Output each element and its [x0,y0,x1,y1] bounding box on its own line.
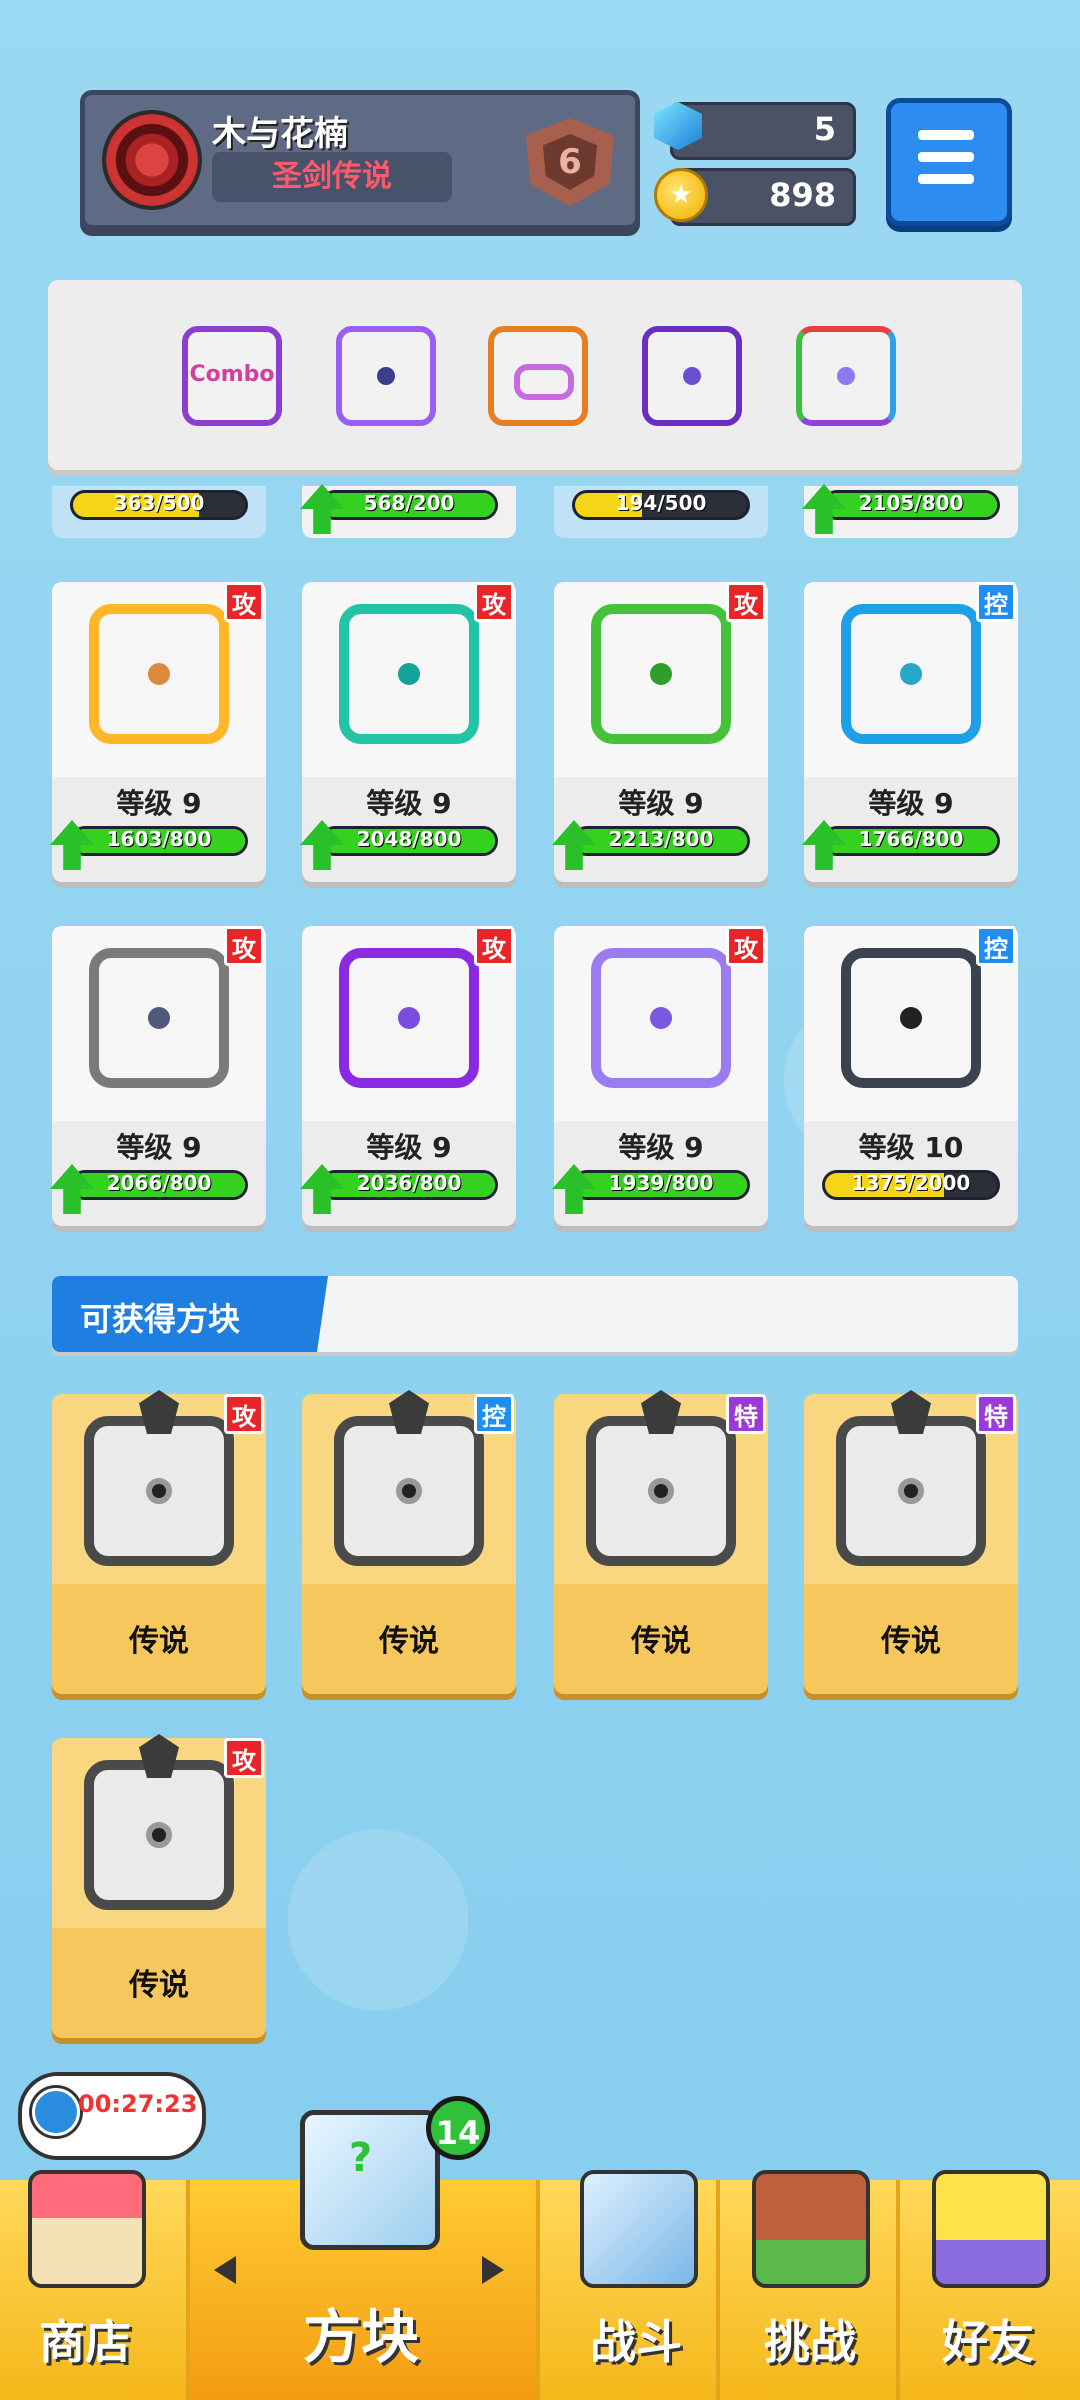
progress-text: 194/500 [615,491,707,515]
deck-slot-combo[interactable]: Combo [182,326,282,426]
rarity-label: 传说 [129,1624,189,1659]
rarity-label: 传说 [631,1624,691,1659]
dice-pip [146,1478,172,1504]
dice-pip [148,1007,170,1029]
progress-text: 1939/800 [608,1171,714,1195]
dice-pip [650,1007,672,1029]
nav-dice[interactable]: 方块 [186,2290,536,2374]
dice-type-tag: 控 [976,926,1016,966]
dice-pip [396,1478,422,1504]
player-title-badge: 圣剑传说 [212,152,452,202]
deck-slot-dragon-eye[interactable] [642,326,742,426]
dice-type-tag: 攻 [224,582,264,622]
dice-pip [146,1822,172,1848]
dice-type-tag: 攻 [224,1738,264,1778]
deck-slot-lightning[interactable] [336,326,436,426]
nav-shop[interactable]: 商店 [10,2306,160,2372]
dice-level: 等级 9 [868,787,954,820]
prev-arrow-icon[interactable] [214,2256,236,2284]
dice-pip [648,1478,674,1504]
dice-pip [650,663,672,685]
dice-pip [900,663,922,685]
dice-level: 等级 9 [366,1131,452,1164]
dice-level: 等级 9 [116,787,202,820]
dice-level: 等级 9 [618,787,704,820]
rarity-label: 传说 [129,1968,189,2003]
sword-icon [580,2170,698,2288]
menu-button[interactable] [886,98,1012,226]
dice-type-tag: 控 [474,1394,514,1434]
nav-challenge[interactable]: 挑战 [730,2306,890,2372]
coin-count: 898 [769,176,836,214]
dice-type-tag: 攻 [474,582,514,622]
rarity-label: 传说 [379,1624,439,1659]
progress-text: 568/200 [363,491,455,515]
progress-text: 2036/800 [356,1171,462,1195]
clan-emblem-icon [102,110,202,210]
dice-pip [398,1007,420,1029]
clock-icon [32,2088,80,2136]
dice-level: 等级 9 [366,787,452,820]
dice-box-icon: ? [300,2110,440,2250]
new-dice-badge: 14 [426,2096,490,2160]
progress-text: 2105/800 [858,491,964,515]
dice-pip [900,1007,922,1029]
progress-text: 1766/800 [858,827,964,851]
dice-type-tag: 攻 [224,926,264,966]
nav-friends[interactable]: 好友 [908,2306,1068,2372]
dice-type-tag: 控 [976,582,1016,622]
friend-icon [932,2170,1050,2288]
dice-pip [148,663,170,685]
dice-type-tag: 攻 [726,926,766,966]
deck-slot-rainbow[interactable] [796,326,896,426]
menu-icon [918,130,974,140]
dice-pip [398,663,420,685]
gate-icon [752,2170,870,2288]
dice-type-tag: 攻 [474,926,514,966]
dice-type-tag: 特 [976,1394,1016,1434]
shop-timer: 00:27:23 [78,2090,198,2118]
progress-text: 2048/800 [356,827,462,851]
dice-type-tag: 特 [726,1394,766,1434]
shop-icon [28,2170,146,2288]
deck-slot-infinity[interactable] [488,326,588,426]
dice-level: 等级 9 [618,1131,704,1164]
progress-text: 2066/800 [106,1171,212,1195]
dice-type-tag: 攻 [726,582,766,622]
next-arrow-icon[interactable] [482,2256,504,2284]
progress-text: 1603/800 [106,827,212,851]
dice-pip [898,1478,924,1504]
rarity-label: 传说 [881,1624,941,1659]
infinity-icon [514,364,574,400]
dice-type-tag: 攻 [224,1394,264,1434]
player-name: 木与花楠 [212,114,348,154]
obtainable-section-title: 可获得方块 [80,1300,241,1338]
dice-level: 等级 9 [116,1131,202,1164]
progress-text: 2213/800 [608,827,714,851]
progress-text: 1375/2000 [851,1171,971,1195]
dice-level: 等级 10 [858,1131,964,1164]
nav-battle[interactable]: 战斗 [556,2306,716,2372]
progress-text: 363/500 [113,491,205,515]
gem-count: 5 [813,110,836,148]
